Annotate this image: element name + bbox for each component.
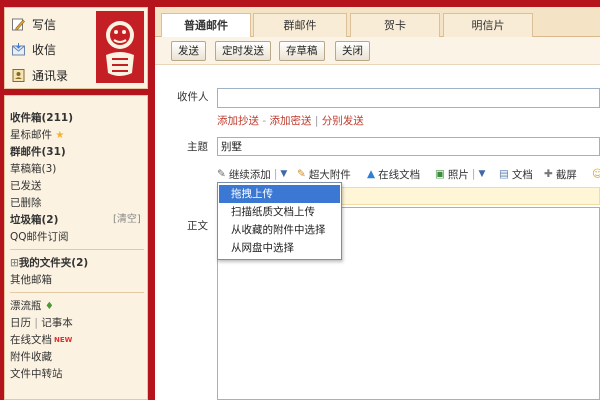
add-bcc-link[interactable]: 添加密送 bbox=[269, 115, 311, 127]
add-cc-link[interactable]: 添加抄送 bbox=[217, 115, 259, 127]
recipient-label: 收件人 bbox=[177, 91, 209, 103]
menu-item-from-favorites[interactable]: 从收藏的附件中选择 bbox=[219, 221, 340, 239]
screenshot-label: 截屏 bbox=[555, 168, 577, 181]
screenshot-icon: ✚ bbox=[544, 168, 553, 180]
menu-item-drag-upload[interactable]: 拖拽上传 bbox=[219, 185, 340, 203]
bottle-icon: ♦ bbox=[44, 301, 54, 312]
receive-mail-label: 收信 bbox=[32, 42, 57, 57]
inbox-icon bbox=[11, 42, 26, 57]
folder-drafts[interactable]: 草稿箱(3) bbox=[10, 161, 56, 177]
continue-add-label: 继续添加 bbox=[228, 168, 271, 181]
smiley-icon: ☺ bbox=[592, 168, 600, 180]
app-frame: 写信 收信 通讯录 收件箱(211) 星标邮件 ★ 群邮件(31) 草稿箱(3)… bbox=[0, 0, 600, 400]
timed-send-button[interactable]: 定时发送 bbox=[215, 41, 271, 61]
divider bbox=[10, 292, 144, 293]
save-draft-button[interactable]: 存草稿 bbox=[279, 41, 325, 61]
address-book-icon bbox=[11, 68, 26, 83]
zodiac-seal-decoration bbox=[96, 11, 144, 83]
folder-list: 收件箱(211) 星标邮件 ★ 群邮件(31) 草稿箱(3) 已发送 已删除 垃… bbox=[4, 95, 148, 400]
folder-spam[interactable]: 垃圾箱(2) bbox=[10, 212, 58, 228]
folder-other-mailbox[interactable]: 其他邮箱 bbox=[10, 272, 52, 288]
subject-label: 主题 bbox=[187, 141, 208, 153]
pencil-icon bbox=[11, 17, 26, 32]
document-label: 文档 bbox=[511, 168, 533, 181]
quick-actions: 写信 收信 通讯录 bbox=[4, 7, 148, 89]
screenshot-button[interactable]: ✚ 截屏 bbox=[544, 166, 577, 182]
recipient-options: 添加抄送 - 添加密送 | 分别发送 bbox=[217, 113, 364, 128]
separator: | bbox=[314, 115, 322, 127]
compose-toolbar: 发送 定时发送 存草稿 关闭 bbox=[155, 37, 600, 65]
recipient-input[interactable] bbox=[217, 88, 600, 108]
tab-normal-mail[interactable]: 普通邮件 bbox=[161, 13, 251, 38]
paperclip-icon: ✎ bbox=[217, 168, 226, 180]
tab-postcard[interactable]: 明信片 bbox=[443, 13, 533, 37]
photo-label: 照片 bbox=[447, 168, 469, 181]
photo-icon: ▣ bbox=[435, 168, 445, 180]
send-button[interactable]: 发送 bbox=[171, 41, 206, 61]
folder-my-folders[interactable]: ⊞我的文件夹(2) bbox=[10, 255, 88, 271]
folder-starred[interactable]: 星标邮件 ★ bbox=[10, 127, 64, 143]
menu-item-from-netdisk[interactable]: 从网盘中选择 bbox=[219, 239, 340, 257]
attachment-dropdown-menu: 拖拽上传 扫描纸质文档上传 从收藏的附件中选择 从网盘中选择 bbox=[217, 182, 342, 260]
divider bbox=[10, 249, 144, 250]
star-icon: ★ bbox=[55, 130, 65, 141]
folder-qq-subscription[interactable]: QQ邮件订阅 bbox=[10, 229, 69, 245]
new-badge: NEW bbox=[54, 336, 73, 344]
contacts-label: 通讯录 bbox=[32, 68, 69, 83]
drift-bottle-label: 漂流瓶 bbox=[10, 300, 42, 312]
tab-greeting-card[interactable]: 贺卡 bbox=[350, 13, 440, 37]
subject-input[interactable] bbox=[217, 137, 600, 156]
calendar-notebook-row: 日历 | 记事本 bbox=[10, 317, 73, 329]
super-attachment-label: 超大附件 bbox=[308, 168, 351, 181]
notebook-link[interactable]: 记事本 bbox=[41, 317, 73, 329]
expand-icon[interactable]: ⊞ bbox=[10, 257, 19, 269]
folder-deleted[interactable]: 已删除 bbox=[10, 195, 42, 211]
folder-group[interactable]: 群邮件(31) bbox=[10, 144, 66, 160]
clear-spam-link[interactable]: [清空] bbox=[113, 212, 141, 228]
online-docs-label: 在线文档 bbox=[10, 334, 52, 346]
online-doc-button[interactable]: ▲ 在线文档 bbox=[367, 166, 420, 182]
folder-sent[interactable]: 已发送 bbox=[10, 178, 42, 194]
continue-add-button[interactable]: ✎ 继续添加 | ▼ bbox=[217, 166, 287, 182]
write-mail-link[interactable]: 写信 bbox=[11, 14, 56, 34]
online-docs-link[interactable]: 在线文档 NEW bbox=[10, 332, 72, 348]
file-transfer-link[interactable]: 文件中转站 bbox=[10, 366, 63, 382]
cloud-doc-icon: ▲ bbox=[367, 168, 376, 180]
compose-panel: 普通邮件 群邮件 贺卡 明信片 发送 定时发送 存草稿 关闭 收件人 添加抄送 … bbox=[155, 7, 600, 400]
compose-tabs: 普通邮件 群邮件 贺卡 明信片 bbox=[155, 7, 600, 38]
photo-button[interactable]: ▣ 照片 | ▼ bbox=[435, 166, 485, 182]
document-button[interactable]: ▤ 文档 bbox=[499, 166, 533, 182]
online-doc-label: 在线文档 bbox=[378, 168, 421, 181]
folder-starred-label: 星标邮件 bbox=[10, 129, 52, 141]
write-mail-label: 写信 bbox=[32, 17, 57, 32]
menu-item-scan-upload[interactable]: 扫描纸质文档上传 bbox=[219, 203, 340, 221]
calendar-link[interactable]: 日历 bbox=[10, 317, 31, 329]
my-folders-label: 我的文件夹(2) bbox=[18, 257, 89, 269]
close-button[interactable]: 关闭 bbox=[335, 41, 370, 61]
attachment-toolbar: ✎ 继续添加 | ▼ ✎ 超大附件 ▲ 在线文档 ▣ 照片 | ▼ ▤ 文档 ✚… bbox=[217, 164, 600, 184]
receive-mail-link[interactable]: 收信 bbox=[11, 39, 56, 59]
folder-inbox[interactable]: 收件箱(211) bbox=[10, 110, 73, 126]
separate-send-link[interactable]: 分别发送 bbox=[322, 115, 364, 127]
body-label: 正文 bbox=[187, 220, 208, 232]
super-attachment-button[interactable]: ✎ 超大附件 bbox=[297, 166, 351, 182]
emoji-button[interactable]: ☺ bbox=[592, 166, 600, 182]
dropdown-arrow-icon[interactable]: ▼ bbox=[478, 169, 485, 179]
sidebar: 写信 收信 通讯录 收件箱(211) 星标邮件 ★ 群邮件(31) 草稿箱(3)… bbox=[4, 7, 148, 400]
large-attachment-icon: ✎ bbox=[297, 168, 306, 180]
attachment-collection-link[interactable]: 附件收藏 bbox=[10, 349, 52, 365]
tab-group-mail[interactable]: 群邮件 bbox=[253, 13, 347, 37]
contacts-link[interactable]: 通讯录 bbox=[11, 65, 68, 85]
dropdown-arrow-icon[interactable]: ▼ bbox=[280, 169, 287, 179]
drift-bottle-link[interactable]: 漂流瓶 ♦ bbox=[10, 298, 54, 314]
document-icon: ▤ bbox=[499, 168, 509, 180]
